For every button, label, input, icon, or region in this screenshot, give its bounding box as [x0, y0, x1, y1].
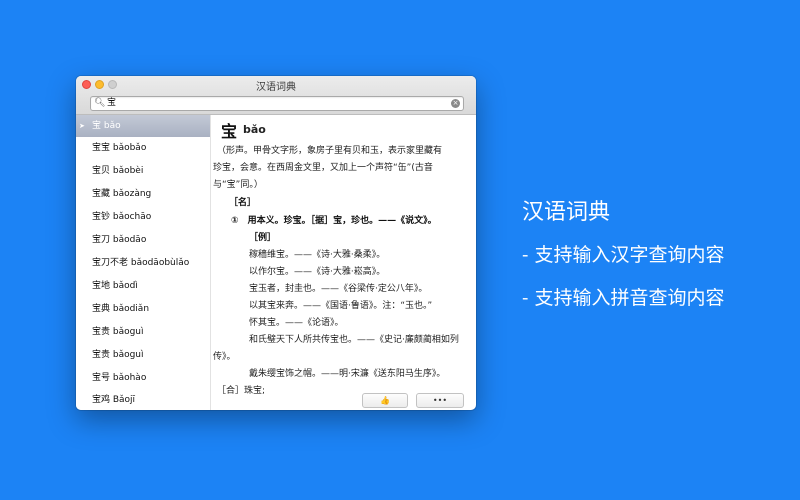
example-line: 稼穑维宝。——《诗·大雅·桑柔》。	[249, 250, 386, 260]
search-input[interactable]: 🔍︎ 宝 ×	[90, 96, 464, 111]
search-value: 宝	[107, 98, 117, 108]
example-line: 怀其宝。——《论语》。	[249, 318, 344, 328]
example-line: 宝玉者，封圭也。——《谷梁传·定公八年》。	[249, 284, 428, 294]
list-item[interactable]: 宝典 bǎodiǎn	[76, 298, 210, 320]
list-item[interactable]: 宝贵 bǎoguì	[76, 344, 210, 366]
list-item[interactable]: 宝号 bǎohào	[76, 367, 210, 389]
promo-feature-chinese-input: - 支持输入汉字查询内容	[522, 244, 725, 266]
definition-line: 与“宝”同。）	[213, 180, 263, 190]
list-item[interactable]: ➤ 宝 bǎo	[76, 115, 210, 137]
example-line: 以其宝来奔。——《国语·鲁语》。注：“玉也。”	[249, 301, 433, 311]
list-item[interactable]: 宝贵 bǎoguì	[76, 321, 210, 343]
list-item[interactable]: 宝钞 bǎochāo	[76, 206, 210, 228]
example-label: ［例］	[249, 233, 277, 243]
more-button[interactable]: •••	[416, 393, 464, 408]
promo-feature-pinyin-input: - 支持输入拼音查询内容	[522, 287, 725, 309]
definition-pane: 宝 bǎo （形声。甲骨文字形，象房子里有贝和玉，表示家里藏有 珍宝，会意。在西…	[211, 115, 476, 410]
word-list: ➤ 宝 bǎo 宝宝 bǎobǎo 宝贝 bǎobèi 宝藏 bǎozàng 宝…	[76, 115, 211, 410]
clear-search-icon[interactable]: ×	[451, 99, 460, 108]
entry-headword: 宝	[221, 122, 238, 141]
example-line: 和氏璧天下人所共传宝也。——《史记·廉颇蔺相如列	[249, 335, 459, 345]
list-item[interactable]: 宝鸡 Bǎojī	[76, 389, 210, 410]
list-item[interactable]: 宝地 bǎodì	[76, 275, 210, 297]
example-line: 传》。	[213, 352, 236, 362]
promo-heading: 汉语词典	[522, 200, 611, 225]
selection-arrow-icon: ➤	[79, 122, 85, 130]
more-icon: •••	[432, 396, 448, 405]
list-item[interactable]: 宝藏 bǎozàng	[76, 183, 210, 205]
search-icon: 🔍︎	[94, 98, 106, 108]
window-title: 汉语词典	[256, 82, 296, 93]
compound-line: ［合］珠宝;	[217, 386, 266, 396]
example-line: 以作尔宝。——《诗·大雅·崧高》。	[249, 267, 386, 277]
definition-line: （形声。甲骨文字形，象房子里有贝和玉，表示家里藏有	[217, 146, 443, 156]
list-item[interactable]: 宝贝 bǎobèi	[76, 160, 210, 182]
list-item[interactable]: 宝刀不老 bǎodāobùlǎo	[76, 252, 210, 274]
title-bar: 汉语词典 🔍︎ 宝 ×	[76, 76, 476, 115]
entry-pinyin: bǎo	[243, 123, 266, 136]
list-item[interactable]: 宝刀 bǎodāo	[76, 229, 210, 251]
app-window: 汉语词典 🔍︎ 宝 × ➤ 宝 bǎo 宝宝 bǎobǎo 宝贝 bǎobèi …	[76, 76, 476, 410]
sense-heading: ① 用本义。珍宝。［据］宝，珍也。——《说文》。	[231, 216, 437, 226]
like-button[interactable]: 👍	[362, 393, 408, 408]
list-item[interactable]: 宝宝 bǎobǎo	[76, 137, 210, 159]
part-of-speech: ［名］	[229, 198, 257, 208]
example-line: 戴朱缨宝饰之帽。——明·宋濂《送东阳马生序》。	[249, 369, 446, 379]
definition-line: 珍宝，会意。在西周金文里，又加上一个声符“缶”(古音	[213, 163, 433, 173]
thumbs-up-icon: 👍	[380, 396, 390, 405]
